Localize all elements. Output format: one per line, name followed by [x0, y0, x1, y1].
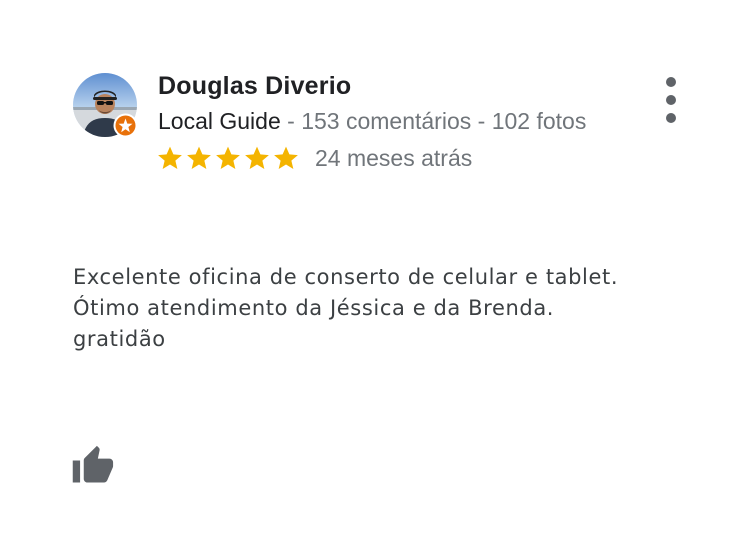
star-icon [187, 146, 211, 169]
review-text-line: gratidão [73, 327, 166, 351]
thumbs-up-icon [72, 445, 114, 483]
reviews-count: 153 comentários [301, 108, 472, 134]
star-icon [245, 146, 269, 169]
local-guide-badge-icon [113, 113, 138, 138]
more-vertical-icon [666, 77, 676, 87]
more-vertical-icon [666, 95, 676, 105]
more-options-button[interactable] [656, 70, 686, 130]
like-button[interactable] [70, 444, 114, 488]
star-icon [274, 146, 298, 169]
star-icon [158, 146, 182, 169]
review-card: Douglas Diverio Local Guide - 153 coment… [0, 0, 750, 556]
more-vertical-icon [666, 113, 676, 123]
review-text: Excelente oficina de conserto de celular… [73, 262, 693, 355]
reviewer-name[interactable]: Douglas Diverio [158, 72, 351, 101]
star-icon [216, 146, 240, 169]
review-text-line: Excelente oficina de conserto de celular… [73, 265, 619, 289]
meta-separator: - [471, 108, 492, 134]
rating-row: 24 meses atrás [156, 143, 472, 173]
reviewer-avatar[interactable] [73, 73, 138, 138]
meta-separator: - [280, 108, 302, 134]
reviewer-meta[interactable]: Local Guide - 153 comentários - 102 foto… [158, 108, 586, 135]
star-rating [156, 144, 301, 172]
review-date: 24 meses atrás [315, 144, 473, 171]
local-guide-label: Local Guide [158, 108, 281, 134]
photos-count: 102 fotos [491, 108, 587, 134]
review-text-line: Ótimo atendimento da Jéssica e da Brenda… [73, 296, 555, 320]
